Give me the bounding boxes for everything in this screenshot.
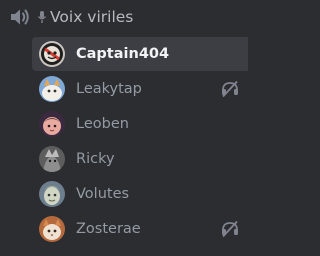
- member-name: Captain404: [76, 46, 170, 62]
- voice-member-list: Captain404 Leakytap Leoben Ricky Volutes…: [32, 37, 248, 247]
- channel-name: Voix viriles: [50, 8, 134, 26]
- member-name: Zosterae: [76, 221, 141, 237]
- microphone-icon: [37, 9, 47, 25]
- zosterae-avatar: [39, 216, 65, 242]
- member-name: Ricky: [76, 151, 115, 167]
- captain404-avatar: [39, 41, 65, 67]
- speaker-icon: [9, 7, 33, 27]
- volutes-avatar: [39, 181, 65, 207]
- member-name: Leakytap: [76, 81, 142, 97]
- deafened-icon: [220, 220, 240, 238]
- member-row-volutes[interactable]: Volutes: [32, 177, 248, 211]
- leoben-avatar: [39, 111, 65, 137]
- member-row-captain404[interactable]: Captain404: [32, 37, 248, 71]
- member-row-zosterae[interactable]: Zosterae: [32, 212, 248, 246]
- ricky-avatar: [39, 146, 65, 172]
- member-name: Leoben: [76, 116, 129, 132]
- leakytap-avatar: [39, 76, 65, 102]
- member-row-leakytap[interactable]: Leakytap: [32, 72, 248, 106]
- member-name: Volutes: [76, 186, 130, 202]
- member-row-leoben[interactable]: Leoben: [32, 107, 248, 141]
- deafened-icon: [220, 80, 240, 98]
- voice-channel-header[interactable]: Voix viriles: [0, 0, 248, 34]
- member-row-ricky[interactable]: Ricky: [32, 142, 248, 176]
